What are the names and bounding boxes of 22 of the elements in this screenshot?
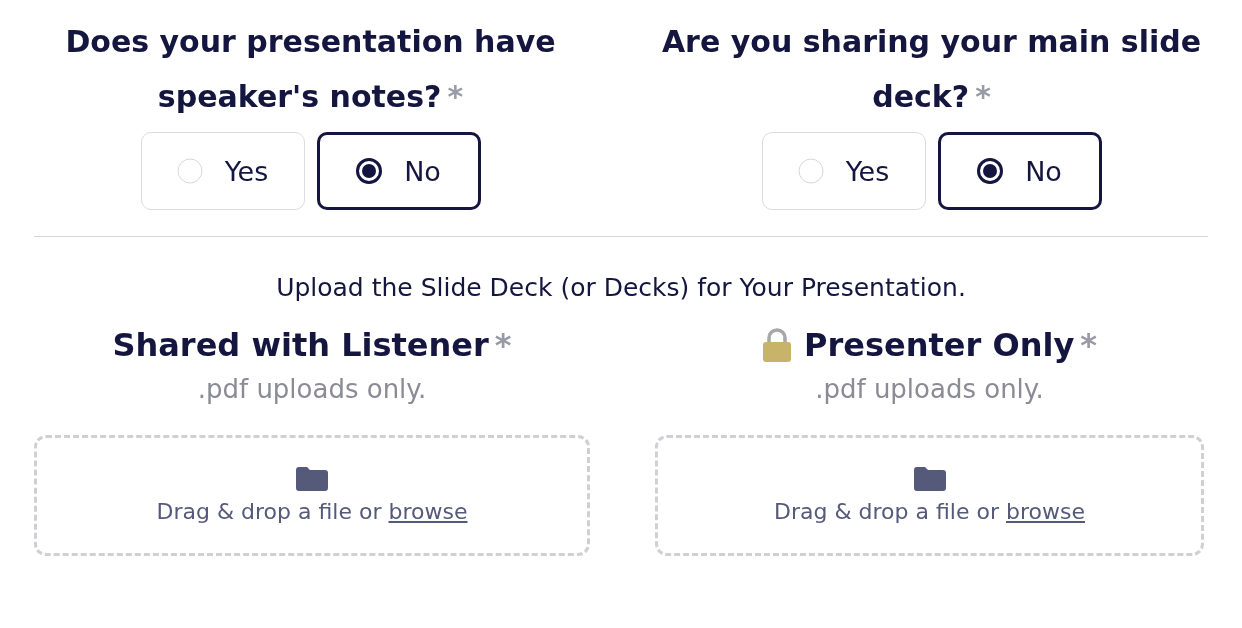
dropzone-text: Drag & drop a file or browse — [774, 499, 1085, 524]
radio-button[interactable] — [977, 158, 1004, 184]
file-type-hint: .pdf uploads only. — [815, 373, 1044, 406]
section-title: Presenter Only * — [804, 325, 1097, 366]
question-title: Does your presentation have speaker's notes? * — [64, 23, 557, 116]
browse-link[interactable]: browse — [388, 499, 468, 524]
option-button[interactable]: No — [937, 132, 1102, 210]
padlock-icon — [762, 328, 793, 362]
option-button[interactable]: No — [316, 132, 481, 210]
section-title: Shared with Listener * — [112, 325, 512, 366]
file-dropzone[interactable]: Drag & drop a file or browse — [655, 435, 1204, 556]
question-title: Are you sharing your main slide deck? * — [661, 23, 1202, 116]
upload-heading: Upload the Slide Deck (or Decks) for Your Presentation. — [275, 272, 967, 304]
folder-icon — [913, 467, 946, 491]
file-type-hint: .pdf uploads only. — [197, 373, 427, 406]
dropzone-text: Drag & drop a file or browse — [156, 499, 468, 524]
browse-link[interactable]: browse — [1006, 499, 1085, 524]
file-dropzone[interactable]: Drag & drop a file or browse — [34, 435, 590, 556]
folder-icon — [296, 467, 328, 491]
option-button[interactable]: Yes — [140, 132, 305, 210]
option-button[interactable]: Yes — [761, 132, 926, 210]
radio-button[interactable] — [356, 158, 383, 184]
